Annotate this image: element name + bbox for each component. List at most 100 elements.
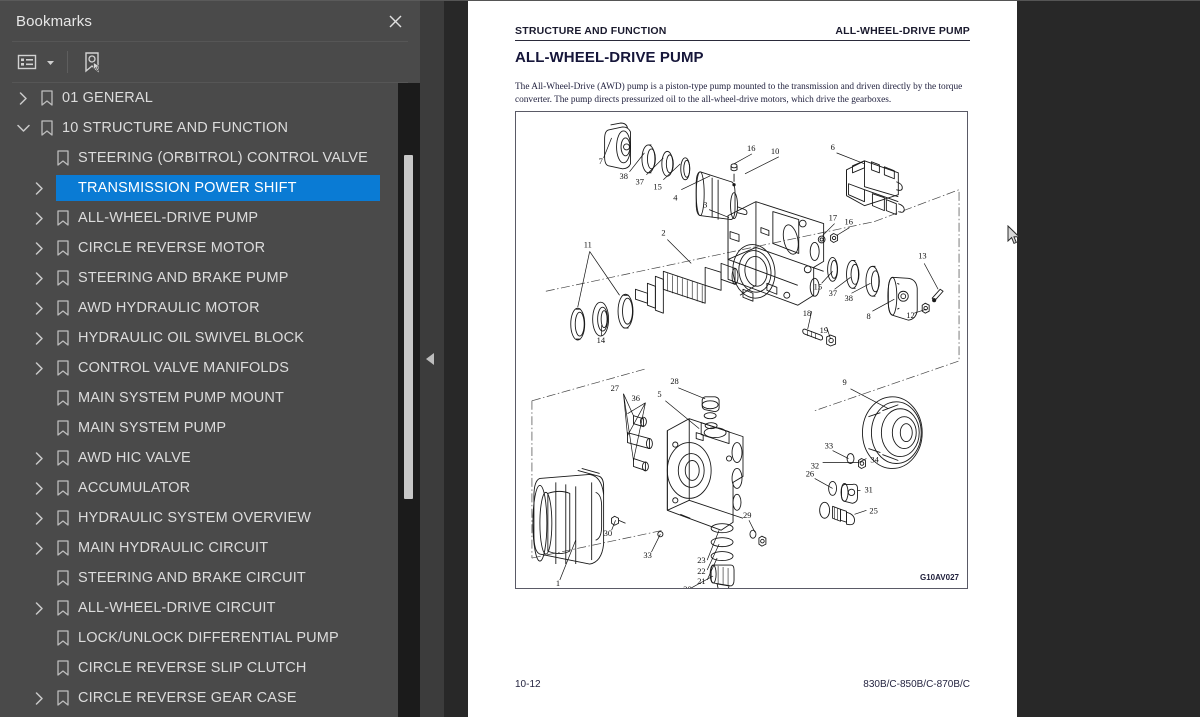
chevron-right-icon[interactable] xyxy=(28,181,50,195)
chevron-right-icon[interactable] xyxy=(28,451,50,465)
chevron-right-icon[interactable] xyxy=(28,541,50,555)
svg-text:22: 22 xyxy=(697,566,705,576)
bookmark-item[interactable]: MAIN HYDRAULIC CIRCUIT xyxy=(0,533,398,563)
bookmarks-scrollbar-thumb[interactable] xyxy=(404,155,413,499)
bookmark-item[interactable]: 01 GENERAL xyxy=(0,83,398,113)
new-bookmark-icon[interactable] xyxy=(78,48,106,76)
exploded-parts-diagram: 7 38 37 15 4 16 10 6 17 16 3 2 11 14 15 … xyxy=(531,122,960,588)
chevron-right-icon[interactable] xyxy=(28,361,50,375)
bookmark-item[interactable]: CIRCLE REVERSE GEAR CASE xyxy=(0,683,398,713)
bookmark-item[interactable]: HYDRAULIC OIL SWIVEL BLOCK xyxy=(0,323,398,353)
chevron-down-icon[interactable] xyxy=(42,48,59,76)
bookmarks-panel: Bookmarks 01 GENERAL 10 STRUCTURE AND FU… xyxy=(0,0,420,717)
close-icon[interactable] xyxy=(382,8,408,34)
bookmark-item[interactable]: CIRCLE REVERSE SLIP CLUTCH xyxy=(0,653,398,683)
svg-text:16: 16 xyxy=(845,217,853,227)
bookmark-label: CIRCLE REVERSE SLIP CLUTCH xyxy=(78,660,307,676)
bookmark-icon xyxy=(50,330,76,346)
svg-text:19: 19 xyxy=(820,325,828,335)
header-right-text: ALL-WHEEL-DRIVE PUMP xyxy=(835,25,970,37)
svg-text:12: 12 xyxy=(906,310,914,320)
svg-text:15: 15 xyxy=(653,182,661,192)
chevron-right-icon[interactable] xyxy=(28,211,50,225)
bookmark-item[interactable]: MAIN SYSTEM PUMP xyxy=(0,413,398,443)
bookmark-icon xyxy=(50,630,76,646)
chevron-right-icon[interactable] xyxy=(28,331,50,345)
bookmark-item[interactable]: ACCUMULATOR xyxy=(0,473,398,503)
svg-text:30: 30 xyxy=(604,528,612,538)
footer-model-numbers: 830B/C-850B/C-870B/C xyxy=(863,679,970,690)
bookmark-item[interactable]: 10 STRUCTURE AND FUNCTION xyxy=(0,113,398,143)
panel-splitter[interactable] xyxy=(420,0,444,717)
bookmark-item[interactable]: TRANSMISSION POWER SHIFT xyxy=(0,173,398,203)
bookmark-label: ACCUMULATOR xyxy=(78,480,191,496)
bookmark-item[interactable]: AWD HIC VALVE xyxy=(0,443,398,473)
bookmark-item[interactable]: CONTROL VALVE MANIFOLDS xyxy=(0,353,398,383)
svg-text:13: 13 xyxy=(918,250,926,260)
chevron-right-icon[interactable] xyxy=(28,481,50,495)
chevron-right-icon[interactable] xyxy=(28,511,50,525)
svg-text:26: 26 xyxy=(806,468,814,478)
chevron-right-icon[interactable] xyxy=(28,601,50,615)
bookmark-icon xyxy=(50,420,76,436)
bookmark-label: AWD HYDRAULIC MOTOR xyxy=(78,300,260,316)
bookmark-label: MAIN HYDRAULIC CIRCUIT xyxy=(78,540,269,556)
page-footer: 10-12 830B/C-850B/C-870B/C xyxy=(515,679,970,690)
bookmark-item[interactable]: LOCK/UNLOCK DIFFERENTIAL PUMP xyxy=(0,623,398,653)
bookmark-label: AWD HIC VALVE xyxy=(78,450,191,466)
bookmark-icon xyxy=(50,480,76,496)
svg-text:38: 38 xyxy=(620,171,628,181)
svg-text:29: 29 xyxy=(743,510,751,520)
list-options-icon[interactable] xyxy=(14,48,42,76)
header-left-text: STRUCTURE AND FUNCTION xyxy=(515,25,667,37)
page-title: ALL-WHEEL-DRIVE PUMP xyxy=(515,49,704,66)
svg-text:9: 9 xyxy=(843,377,847,387)
bookmark-item[interactable]: AWD HYDRAULIC MOTOR xyxy=(0,293,398,323)
bookmark-icon xyxy=(50,510,76,526)
svg-text:23: 23 xyxy=(697,555,705,565)
bookmark-label: CIRCLE REVERSE MOTOR xyxy=(78,240,266,256)
bookmark-item[interactable]: HYDRAULIC SYSTEM OVERVIEW xyxy=(0,503,398,533)
bookmark-icon xyxy=(34,120,60,136)
bookmark-item[interactable]: STEERING AND BRAKE PUMP xyxy=(0,263,398,293)
bookmark-label: 01 GENERAL xyxy=(62,90,153,106)
bookmark-item[interactable]: MAIN SYSTEM PUMP MOUNT xyxy=(0,383,398,413)
svg-text:8: 8 xyxy=(866,311,870,321)
bookmark-label: HYDRAULIC SYSTEM OVERVIEW xyxy=(78,510,312,526)
svg-text:18: 18 xyxy=(803,308,811,318)
collapse-left-triangle-icon[interactable] xyxy=(426,353,434,365)
chevron-right-icon[interactable] xyxy=(28,691,50,705)
bookmark-label: MAIN SYSTEM PUMP MOUNT xyxy=(78,390,285,406)
bookmark-item[interactable]: ALL-WHEEL-DRIVE PUMP xyxy=(0,203,398,233)
svg-text:28: 28 xyxy=(670,376,678,386)
bookmark-label: STEERING AND BRAKE PUMP xyxy=(78,270,289,286)
bookmark-item[interactable]: ALL-WHEEL-DRIVE CIRCUIT xyxy=(0,593,398,623)
bookmark-item[interactable]: STEERING (ORBITROL) CONTROL VALVE xyxy=(0,143,398,173)
bookmark-icon xyxy=(50,540,76,556)
bookmark-label: ALL-WHEEL-DRIVE CIRCUIT xyxy=(78,600,276,616)
bookmarks-toolbar xyxy=(0,42,420,82)
bookmark-icon xyxy=(50,690,76,706)
bookmark-label: TRANSMISSION POWER SHIFT xyxy=(78,180,297,196)
svg-text:38: 38 xyxy=(845,293,853,303)
svg-text:2: 2 xyxy=(661,228,665,238)
chevron-right-icon[interactable] xyxy=(12,91,34,105)
chevron-right-icon[interactable] xyxy=(28,271,50,285)
bookmarks-scrollbar[interactable] xyxy=(398,83,420,717)
bookmark-icon xyxy=(34,90,60,106)
bookmarks-panel-title: Bookmarks xyxy=(16,12,92,30)
svg-text:21: 21 xyxy=(697,576,705,586)
svg-text:14: 14 xyxy=(597,335,606,345)
bookmark-label: CIRCLE REVERSE GEAR CASE xyxy=(78,690,297,706)
bookmark-label: 10 STRUCTURE AND FUNCTION xyxy=(62,120,289,136)
svg-text:36: 36 xyxy=(631,393,639,403)
chevron-right-icon[interactable] xyxy=(28,301,50,315)
chevron-down-icon[interactable] xyxy=(12,124,34,133)
bookmark-item[interactable]: CIRCLE REVERSE MOTOR xyxy=(0,233,398,263)
chevron-right-icon[interactable] xyxy=(28,241,50,255)
svg-text:31: 31 xyxy=(864,484,872,494)
svg-text:25: 25 xyxy=(869,505,877,515)
bookmark-item[interactable]: STEERING AND BRAKE CIRCUIT xyxy=(0,563,398,593)
svg-text:10: 10 xyxy=(771,146,779,156)
bookmark-label: HYDRAULIC OIL SWIVEL BLOCK xyxy=(78,330,305,346)
